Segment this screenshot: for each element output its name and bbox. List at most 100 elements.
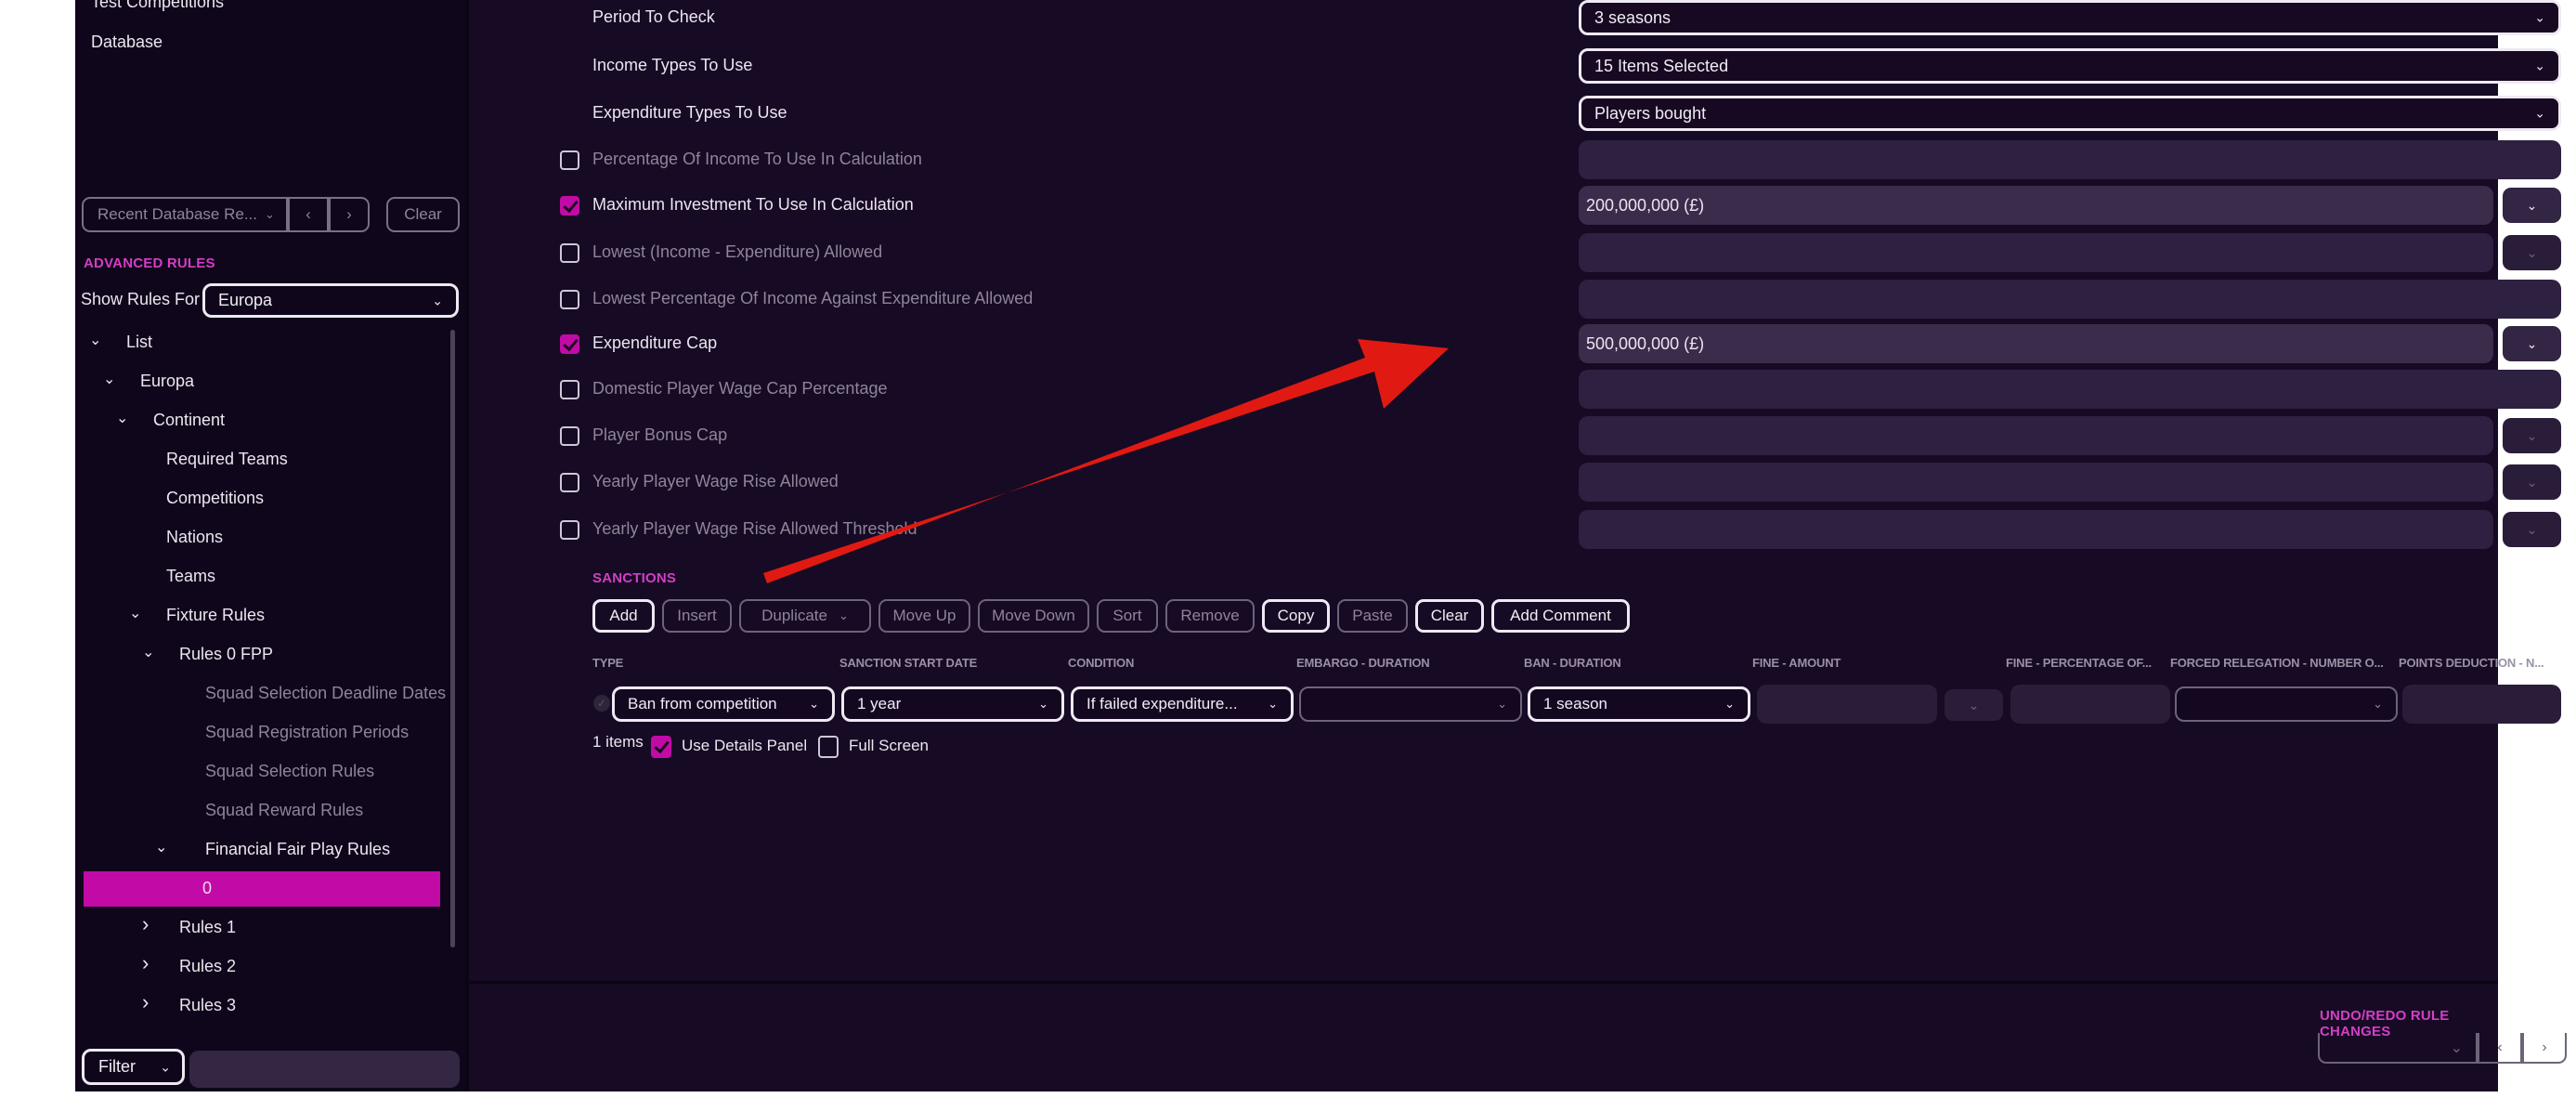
chevron-down-icon[interactable]: ⌄ xyxy=(89,331,101,349)
rule-value-input[interactable]: 500,000,000 (£) xyxy=(1579,324,2493,363)
sidebar-scrollbar[interactable] xyxy=(450,330,455,948)
rule-enable-checkbox[interactable] xyxy=(560,243,579,263)
chevron-right-icon[interactable]: › xyxy=(142,951,149,975)
tree-item[interactable]: Fixture Rules xyxy=(166,606,265,625)
sanctions-copy-button[interactable]: Copy xyxy=(1262,599,1330,633)
sidebar-link-test-competitions[interactable]: Test Competitions xyxy=(91,0,224,12)
tree-item[interactable]: Squad Selection Deadline Dates xyxy=(205,684,446,703)
rule-value-select[interactable]: 3 seasons ⌄ xyxy=(1579,0,2561,35)
column-header[interactable]: SANCTION START DATE xyxy=(839,656,977,670)
tree-item[interactable]: Nations xyxy=(166,528,223,547)
rule-enable-checkbox[interactable] xyxy=(560,290,579,309)
sanctions-insert-button[interactable]: Insert xyxy=(662,599,732,633)
sanctions-clear-button[interactable]: Clear xyxy=(1415,599,1484,633)
use-details-panel-checkbox[interactable] xyxy=(651,736,671,758)
column-header[interactable]: BAN - DURATION xyxy=(1524,656,1621,670)
rule-enable-checkbox[interactable] xyxy=(560,196,579,216)
redo-button[interactable]: › xyxy=(2524,1033,2565,1062)
ban-duration-select[interactable]: 1 season ⌄ xyxy=(1528,686,1750,722)
sanctions-move-up-button[interactable]: Move Up xyxy=(878,599,970,633)
rule-enable-checkbox[interactable] xyxy=(560,426,579,446)
tree-item[interactable]: Rules 0 FPP xyxy=(179,645,273,664)
rule-unit-dropdown[interactable]: ⌄ xyxy=(2503,326,2561,361)
sanctions-duplicate-button[interactable]: Duplicate ⌄ xyxy=(739,599,871,633)
points-deduction-input[interactable] xyxy=(2402,685,2561,724)
column-header[interactable]: POINTS DEDUCTION - N... xyxy=(2399,656,2544,670)
tree-item[interactable]: Required Teams xyxy=(166,450,288,469)
sanctions-remove-button[interactable]: Remove xyxy=(1165,599,1255,633)
rule-value-input[interactable]: 200,000,000 (£) xyxy=(1579,186,2493,225)
rule-enable-checkbox[interactable] xyxy=(560,380,579,399)
rule-unit-dropdown[interactable]: ⌄ xyxy=(2503,464,2561,500)
chevron-down-icon[interactable]: ⌄ xyxy=(155,838,167,856)
tree-item[interactable]: Squad Registration Periods xyxy=(205,723,409,742)
rule-value-select[interactable]: 15 Items Selected ⌄ xyxy=(1579,48,2561,84)
chevron-down-icon[interactable]: ⌄ xyxy=(142,643,154,661)
rule-enable-checkbox[interactable] xyxy=(560,150,579,170)
recent-clear-button[interactable]: Clear xyxy=(386,197,460,232)
rule-enable-checkbox[interactable] xyxy=(560,520,579,540)
column-header[interactable]: FINE - AMOUNT xyxy=(1752,656,1841,670)
rule-unit-dropdown[interactable]: ⌄ xyxy=(2503,512,2561,547)
rule-enable-checkbox[interactable] xyxy=(560,334,579,354)
column-header[interactable]: TYPE xyxy=(592,656,623,670)
fine-amount-input[interactable] xyxy=(1757,685,1937,724)
tree-item[interactable]: Squad Selection Rules xyxy=(205,762,374,781)
forced-relegation-select[interactable]: ⌄ xyxy=(2175,686,2398,722)
tree-item[interactable]: 0 xyxy=(202,879,212,898)
chevron-down-icon[interactable]: ⌄ xyxy=(116,409,128,427)
rule-value-select[interactable]: Players bought ⌄ xyxy=(1579,96,2561,131)
full-screen-checkbox[interactable] xyxy=(818,736,839,758)
show-rules-for-select[interactable]: Europa ⌄ xyxy=(202,283,459,318)
column-header[interactable]: FORCED RELEGATION - NUMBER O... xyxy=(2170,656,2384,670)
sanction-type-select[interactable]: Ban from competition ⌄ xyxy=(612,686,835,722)
rule-value-input[interactable] xyxy=(1579,140,2561,179)
recent-database-dropdown[interactable]: Recent Database Re... ⌄ xyxy=(84,199,290,230)
undo-history-dropdown[interactable]: ⌄ xyxy=(2320,1033,2479,1062)
tree-item[interactable]: Rules 3 xyxy=(179,996,236,1015)
tree-item-selected-background[interactable] xyxy=(84,871,440,907)
fine-percentage-input[interactable] xyxy=(2010,685,2170,724)
rule-value-input[interactable] xyxy=(1579,416,2493,455)
tree-item[interactable]: Rules 1 xyxy=(179,918,236,937)
embargo-duration-select[interactable]: ⌄ xyxy=(1299,686,1522,722)
rule-value-input[interactable] xyxy=(1579,233,2493,272)
recent-next-button[interactable]: › xyxy=(331,199,368,230)
tree-item[interactable]: Competitions xyxy=(166,489,264,508)
fine-amount-unit-dropdown[interactable]: ⌄ xyxy=(1945,689,2003,721)
sanctions-paste-button[interactable]: Paste xyxy=(1337,599,1408,633)
sidebar-link-database[interactable]: Database xyxy=(91,33,163,52)
column-header[interactable]: CONDITION xyxy=(1068,656,1134,670)
column-header[interactable]: FINE - PERCENTAGE OF... xyxy=(2006,656,2152,670)
recent-prev-button[interactable]: ‹ xyxy=(290,199,331,230)
rule-unit-dropdown[interactable]: ⌄ xyxy=(2503,235,2561,270)
tree-item[interactable]: Financial Fair Play Rules xyxy=(205,840,390,859)
chevron-down-icon[interactable]: ⌄ xyxy=(103,370,115,388)
sanction-start-date-select[interactable]: 1 year ⌄ xyxy=(841,686,1064,722)
chevron-right-icon[interactable]: › xyxy=(142,990,149,1014)
sanctions-sort-button[interactable]: Sort xyxy=(1097,599,1158,633)
rule-unit-dropdown[interactable]: ⌄ xyxy=(2503,188,2561,223)
tree-item[interactable]: Teams xyxy=(166,567,215,586)
column-header[interactable]: EMBARGO - DURATION xyxy=(1296,656,1430,670)
chevron-right-icon[interactable]: › xyxy=(142,912,149,936)
sanction-condition-select[interactable]: If failed expenditure... ⌄ xyxy=(1071,686,1294,722)
filter-dropdown[interactable]: Filter ⌄ xyxy=(82,1049,185,1085)
rule-unit-dropdown[interactable]: ⌄ xyxy=(2503,418,2561,453)
tree-item[interactable]: Rules 2 xyxy=(179,957,236,976)
rule-value-input[interactable] xyxy=(1579,510,2493,549)
sanctions-add-button[interactable]: Add xyxy=(592,599,655,633)
tree-item[interactable]: List xyxy=(126,333,152,352)
sanctions-add-comment-button[interactable]: Add Comment xyxy=(1491,599,1630,633)
tree-item[interactable]: Continent xyxy=(153,411,225,430)
tree-item[interactable]: Europa xyxy=(140,372,194,391)
tree-item[interactable]: Squad Reward Rules xyxy=(205,801,363,820)
undo-button[interactable]: ‹ xyxy=(2479,1033,2524,1062)
rule-value-input[interactable] xyxy=(1579,370,2561,409)
rule-value-input[interactable] xyxy=(1579,280,2561,319)
rule-value-input[interactable] xyxy=(1579,463,2493,502)
sanctions-move-down-button[interactable]: Move Down xyxy=(978,599,1089,633)
rule-enable-checkbox[interactable] xyxy=(560,473,579,492)
filter-input[interactable] xyxy=(189,1051,460,1088)
chevron-down-icon[interactable]: ⌄ xyxy=(129,604,141,622)
